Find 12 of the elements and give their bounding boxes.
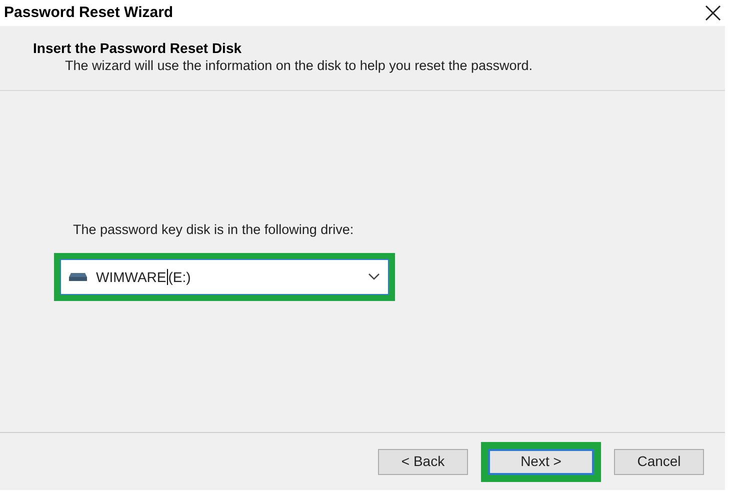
chevron-down-icon (368, 273, 380, 281)
wizard-button[interactable]: Next > (488, 448, 594, 474)
window-title: Password Reset Wizard (4, 2, 174, 23)
drive-dropdown[interactable]: WIMWARE(E:) (60, 259, 389, 295)
wizard-button[interactable]: Cancel (614, 448, 704, 474)
close-icon[interactable] (705, 5, 721, 21)
page-heading: Insert the Password Reset Disk (33, 39, 243, 57)
drive-label: The password key disk is in the following drive: (73, 221, 355, 239)
wizard-button[interactable]: < Back (378, 448, 468, 474)
page-description: The wizard will use the information on the disk to help you reset the password. (64, 57, 534, 75)
drive-value: WIMWARE(E:) (96, 268, 192, 287)
drive-icon (68, 272, 88, 282)
